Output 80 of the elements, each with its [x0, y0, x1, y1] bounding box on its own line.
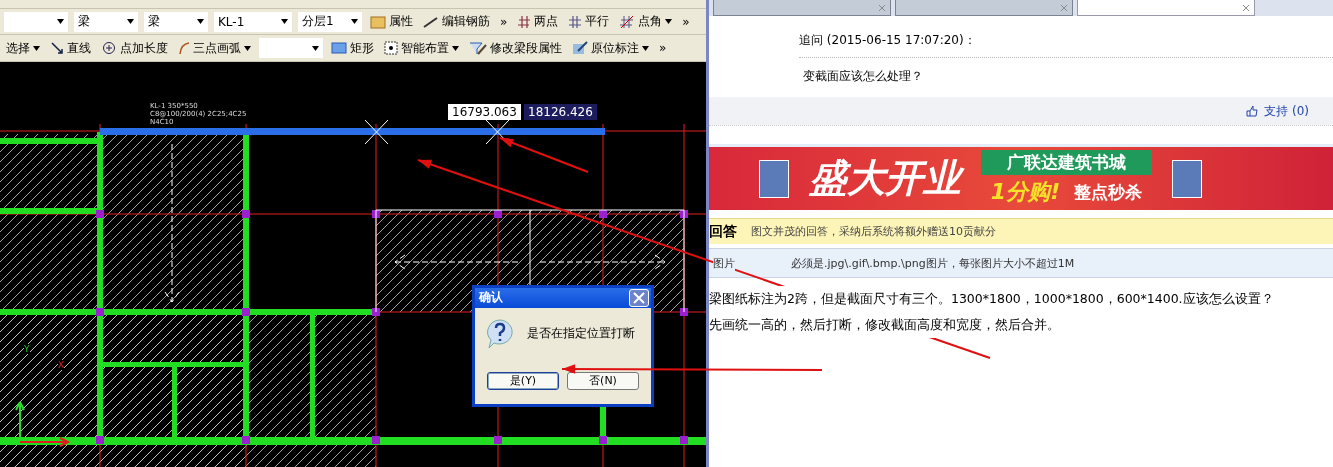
dropdown-value: 梁	[148, 13, 160, 31]
browser-tab[interactable]	[1077, 0, 1255, 16]
caret-icon	[312, 45, 319, 51]
promo-banner[interactable]: 盛大开业 广联达建筑书城 1分购! 整点秒杀	[709, 147, 1333, 210]
pen-icon	[423, 14, 439, 29]
coordinate-input[interactable]: 16793.063	[448, 104, 521, 120]
toolbar-button[interactable]: 属性	[368, 13, 415, 31]
followup-text: 变截面应该怎么处理？	[802, 68, 924, 85]
book-picture	[1172, 159, 1202, 198]
angle-icon	[619, 14, 636, 29]
toolbar-menu-button[interactable]: 三点画弧	[176, 39, 253, 57]
axis-label: X	[58, 360, 65, 370]
caret-icon	[452, 45, 459, 51]
close-button[interactable]	[629, 289, 649, 307]
banner-store-name: 广联达建筑书城	[981, 150, 1152, 175]
caret-icon	[197, 19, 204, 25]
toolbar-button[interactable]: 矩形	[329, 39, 376, 57]
support-link[interactable]: 支持 (0)	[1264, 102, 1309, 120]
browser-tab[interactable]	[713, 0, 891, 16]
caret-icon	[665, 19, 673, 25]
toolbar-menu-button[interactable]: 选择	[4, 39, 42, 57]
axis-label: Y	[24, 344, 30, 354]
hash-icon	[517, 14, 532, 29]
close-icon	[1242, 3, 1250, 12]
close-icon	[878, 3, 886, 12]
dropdown-field[interactable]	[259, 38, 323, 59]
dialog-title: 确认	[479, 289, 503, 307]
toolbar-button[interactable]: 平行	[566, 13, 612, 31]
coordinate-input[interactable]: 18126.426	[524, 104, 597, 120]
caret-icon	[281, 19, 288, 25]
banner-offer: 1分购!	[990, 178, 1061, 206]
followup-heading: 追问 (2015-06-15 17:07:20)：	[799, 32, 1333, 58]
dropdown-field[interactable]	[4, 11, 68, 32]
caret-icon	[351, 19, 358, 25]
toolbar-button[interactable]: 编辑钢筋	[421, 13, 492, 31]
dropdown-value: 分层1	[302, 13, 334, 31]
close-icon	[633, 292, 645, 304]
toolbar-button[interactable]: 修改梁段属性	[467, 39, 564, 57]
dropdown-field[interactable]: 分层1	[298, 11, 362, 32]
dialog-message: 是否在指定位置打断	[527, 325, 635, 343]
caret-icon	[57, 19, 64, 25]
image-label: 图片	[713, 255, 735, 271]
circle-plus-icon	[101, 41, 117, 56]
toolbar-menu-button[interactable]: 原位标注	[570, 39, 651, 57]
rectangle-icon	[331, 42, 347, 55]
answer-hint: 图文并茂的回答，采纳后系统将额外赠送10贡献分	[751, 224, 996, 239]
dotted-square-icon	[384, 41, 398, 56]
dropdown-value: 梁	[78, 13, 90, 31]
hash-icon	[568, 14, 583, 29]
toolbar-button[interactable]: 直线	[48, 39, 93, 57]
toolbar-button[interactable]: 点加长度	[99, 39, 170, 57]
caret-icon	[127, 19, 134, 25]
thumbs-up-icon	[1246, 105, 1259, 117]
browser-tab[interactable]	[895, 0, 1073, 16]
arc-icon	[178, 41, 190, 56]
banner-sale: 整点秒杀	[1074, 180, 1143, 204]
line-icon	[50, 41, 64, 56]
dropdown-field[interactable]: KL-1	[214, 11, 292, 32]
dropdown-value: KL-1	[218, 14, 245, 29]
funnel-pen-icon	[469, 41, 487, 56]
question-icon	[485, 318, 515, 350]
overflow-button[interactable]: »	[498, 14, 510, 29]
answer-title: 回答	[709, 222, 737, 241]
caret-icon	[642, 45, 649, 51]
dropdown-field[interactable]: 梁	[74, 11, 138, 32]
toolbar-menu-button[interactable]: 智能布置	[382, 39, 461, 57]
dialog-button[interactable]: 否(N)	[567, 372, 639, 390]
dropdown-field[interactable]: 梁	[144, 11, 208, 32]
caret-icon	[33, 45, 40, 51]
properties-icon	[370, 14, 386, 29]
overflow-button[interactable]: »	[657, 41, 669, 56]
toolbar-menu-button[interactable]: 点角	[617, 13, 675, 31]
caret-icon	[244, 45, 251, 51]
image-hint: 必须是.jpg\.gif\.bmp.\png图片，每张图片大小不超过1M	[791, 255, 1075, 271]
toolbar-button[interactable]: 两点	[515, 13, 561, 31]
dialog-button[interactable]: 是(Y)	[487, 372, 559, 390]
pen-note-icon	[572, 41, 588, 56]
close-icon	[1060, 3, 1068, 12]
overflow-button[interactable]: »	[680, 14, 692, 29]
book-picture	[759, 159, 789, 198]
